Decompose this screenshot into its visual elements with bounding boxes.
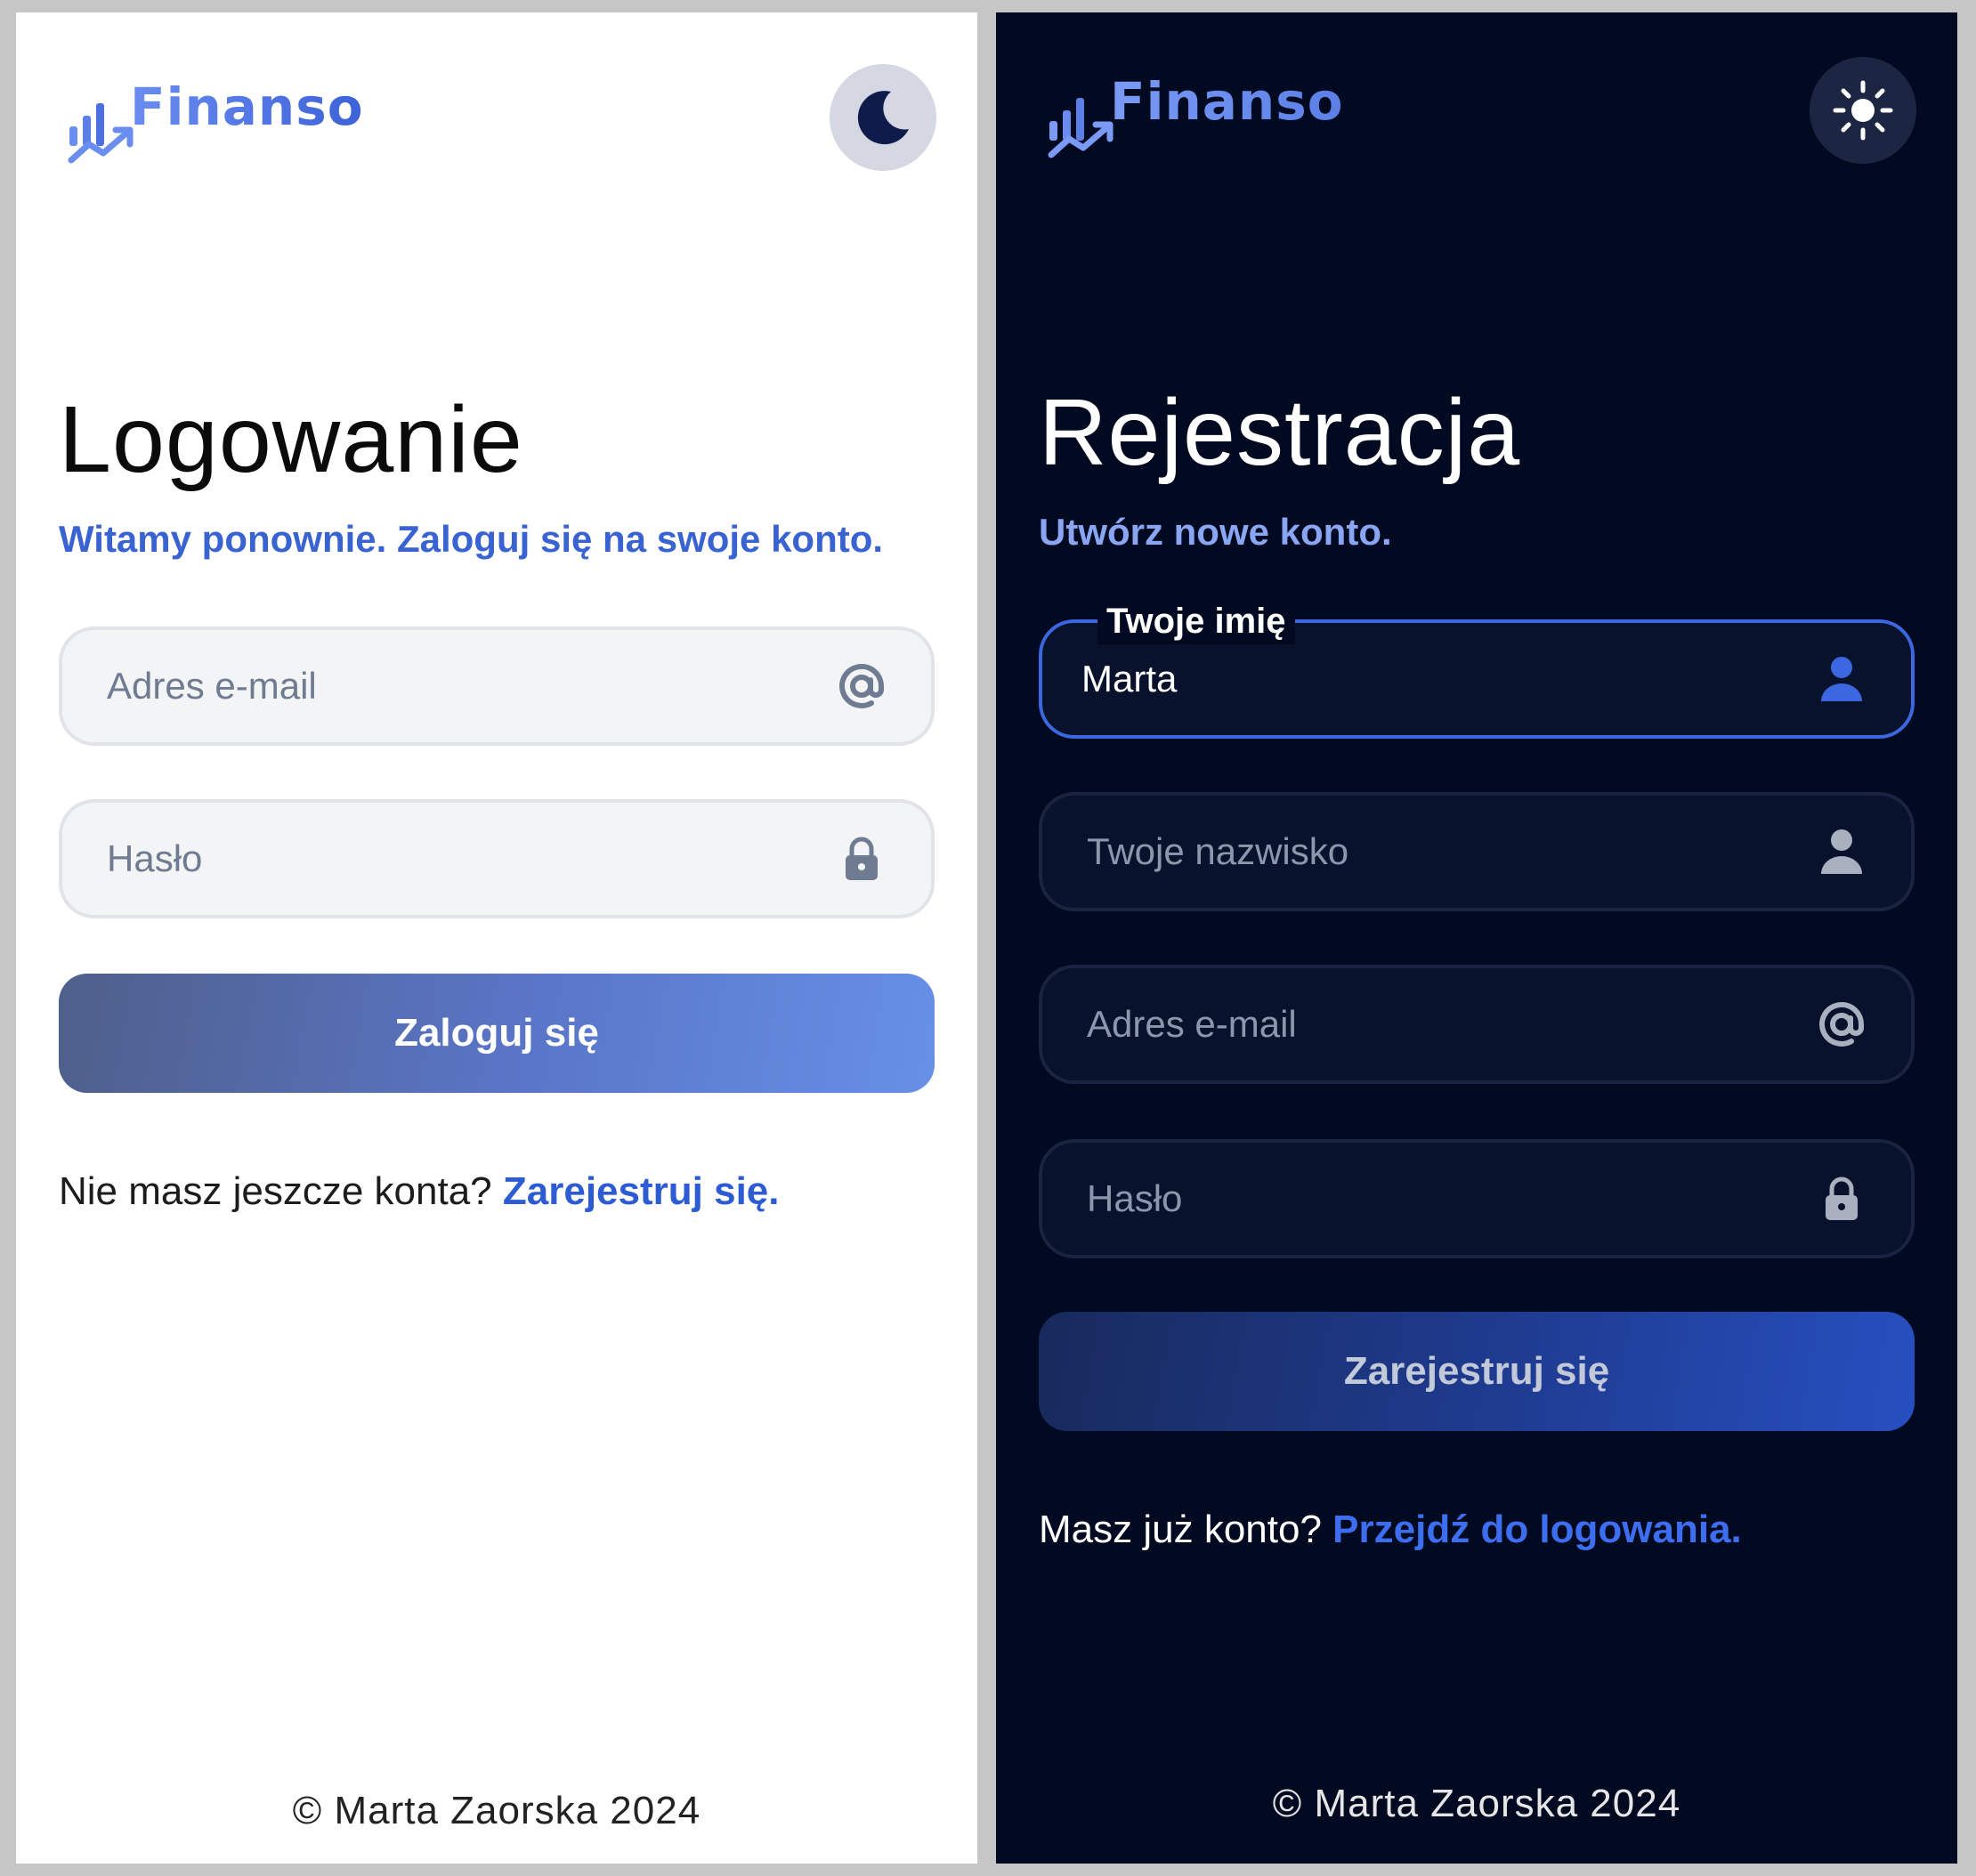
register-panel-dark: Finanso Rejestracja Utwórz nowe konto. T…	[996, 12, 1957, 1864]
register-link[interactable]: Zarejestruj się.	[503, 1169, 780, 1213]
page-title: Logowanie	[59, 387, 523, 492]
login-button[interactable]: Zaloguj się	[59, 974, 935, 1093]
register-prompt: Nie masz jeszcze konta? Zarejestruj się.	[59, 1169, 780, 1214]
email-field[interactable]	[1039, 965, 1915, 1084]
page-subtitle: Utwórz nowe konto.	[1039, 511, 1392, 553]
last-name-field[interactable]	[1039, 792, 1915, 911]
at-icon	[835, 659, 888, 713]
theme-toggle-button[interactable]	[830, 64, 936, 171]
first-name-field[interactable]: Twoje imię	[1039, 598, 1915, 739]
email-field[interactable]	[59, 627, 935, 746]
register-button[interactable]: Zarejestruj się	[1039, 1312, 1915, 1431]
at-icon	[1815, 998, 1868, 1051]
page-title: Rejestracja	[1039, 380, 1521, 485]
login-link[interactable]: Przejdź do logowania.	[1332, 1508, 1742, 1551]
chart-logo-icon	[1048, 98, 1114, 158]
user-icon	[1815, 652, 1868, 706]
footer-copyright: © Marta Zaorska 2024	[1272, 1782, 1681, 1825]
lock-icon	[1815, 1172, 1868, 1225]
app-logo: Finanso	[66, 68, 364, 166]
login-prompt-text: Masz już konto?	[1039, 1508, 1322, 1551]
theme-toggle-button[interactable]	[1810, 57, 1916, 164]
login-panel-light: Finanso Logowanie Witamy ponownie. Zalog…	[16, 12, 977, 1864]
first-name-label: Twoje imię	[1097, 598, 1295, 644]
screenshot-canvas: Finanso Logowanie Witamy ponownie. Zalog…	[0, 0, 1976, 1876]
sun-icon	[1833, 80, 1893, 141]
password-input[interactable]	[1087, 1177, 1815, 1220]
password-input[interactable]	[107, 837, 835, 880]
moon-icon	[857, 91, 909, 145]
user-icon	[1815, 825, 1868, 878]
register-prompt-text: Nie masz jeszcze konta?	[59, 1169, 492, 1213]
email-input[interactable]	[107, 665, 835, 708]
lock-icon	[835, 832, 888, 885]
password-field[interactable]	[1039, 1139, 1915, 1258]
login-prompt: Masz już konto? Przejdź do logowania.	[1039, 1508, 1742, 1552]
password-field[interactable]	[59, 799, 935, 918]
footer-copyright: © Marta Zaorska 2024	[292, 1789, 701, 1832]
chart-logo-icon	[68, 103, 134, 164]
email-input[interactable]	[1087, 1003, 1815, 1046]
page-subtitle: Witamy ponownie. Zaloguj się na swoje ko…	[59, 518, 884, 560]
logo-text: Finanso	[1110, 71, 1344, 132]
app-logo: Finanso	[1046, 62, 1344, 160]
logo-text: Finanso	[130, 77, 364, 137]
last-name-input[interactable]	[1087, 830, 1815, 873]
first-name-input[interactable]	[1081, 658, 1815, 700]
